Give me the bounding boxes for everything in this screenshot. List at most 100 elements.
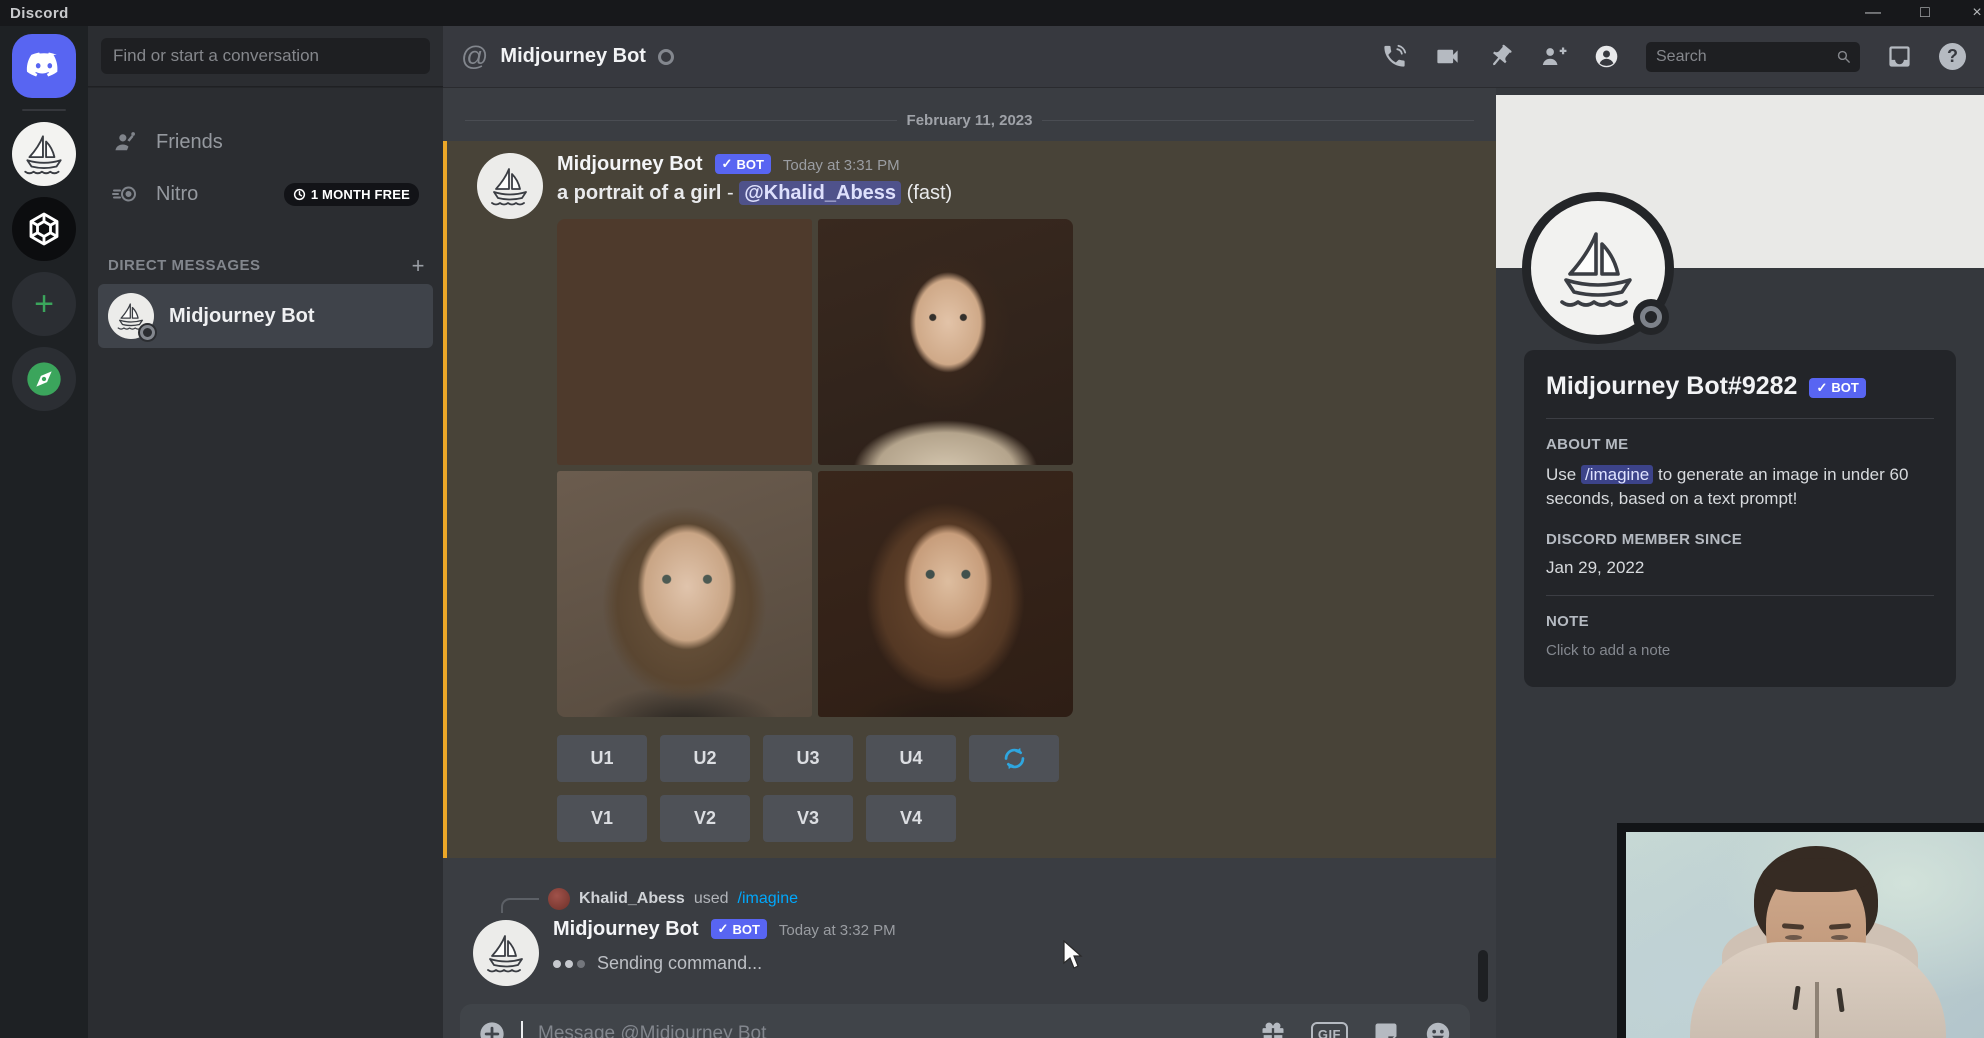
variation-button-row: V1 V2 V3 V4 xyxy=(557,795,1496,842)
about-me-label: ABOUT ME xyxy=(1546,436,1934,453)
add-server-button[interactable]: + xyxy=(12,272,76,336)
friends-label: Friends xyxy=(156,131,223,154)
check-icon: ✓ xyxy=(718,921,729,937)
server-midjourney[interactable] xyxy=(12,122,76,186)
message-author[interactable]: Midjourney Bot xyxy=(553,918,699,941)
app-title: Discord xyxy=(10,5,69,22)
voice-call-icon[interactable] xyxy=(1381,43,1408,70)
profile-card: Midjourney Bot#9282 ✓ BOT ABOUT ME Use /… xyxy=(1524,350,1956,687)
plus-icon: + xyxy=(34,285,54,324)
upscale-2-button[interactable]: U2 xyxy=(660,735,750,782)
add-friends-to-dm-icon[interactable] xyxy=(1540,43,1567,70)
openai-logo-icon xyxy=(24,209,64,249)
maximize-button[interactable]: □ xyxy=(1914,4,1936,22)
search-input[interactable]: Search xyxy=(1646,42,1860,72)
check-icon: ✓ xyxy=(1816,380,1827,396)
generated-image-grid[interactable] xyxy=(557,219,1073,717)
sending-status-label: Sending command... xyxy=(597,953,762,974)
offline-status-badge xyxy=(1633,299,1669,335)
note-input[interactable]: Click to add a note xyxy=(1546,640,1934,665)
gift-icon[interactable] xyxy=(1259,1020,1287,1038)
help-icon[interactable]: ? xyxy=(1939,43,1966,70)
sidebar-item-friends[interactable]: Friends xyxy=(100,119,431,165)
attach-plus-icon[interactable] xyxy=(478,1020,506,1038)
pinned-messages-icon[interactable] xyxy=(1487,43,1514,70)
generated-image-1[interactable] xyxy=(557,219,812,465)
at-icon: @ xyxy=(461,41,488,72)
date-divider-label: February 11, 2023 xyxy=(907,112,1033,129)
rail-divider xyxy=(22,109,66,111)
server-openai[interactable] xyxy=(12,197,76,261)
member-since-value: Jan 29, 2022 xyxy=(1546,558,1934,578)
variation-1-button[interactable]: V1 xyxy=(557,795,647,842)
titlebar: Discord — □ × xyxy=(0,0,1984,26)
chat-title: Midjourney Bot xyxy=(500,45,646,68)
avatar[interactable] xyxy=(477,153,543,219)
variation-2-button[interactable]: V2 xyxy=(660,795,750,842)
sailboat-icon xyxy=(1550,220,1646,316)
window-controls: — □ × xyxy=(1862,4,1984,22)
conversation-search-input[interactable]: Find or start a conversation xyxy=(101,38,430,74)
bot-badge: ✓ BOT xyxy=(715,154,771,174)
user-mention[interactable]: @Khalid_Abess xyxy=(739,181,901,205)
message-author[interactable]: Midjourney Bot xyxy=(557,153,703,176)
emoji-icon[interactable] xyxy=(1424,1020,1452,1038)
home-dm-button[interactable] xyxy=(12,34,76,98)
sidebar-item-nitro[interactable]: Nitro 1 MONTH FREE xyxy=(100,171,431,217)
nitro-offer-badge: 1 MONTH FREE xyxy=(284,183,419,206)
input-toolbar: GIF xyxy=(1259,1020,1452,1038)
minimize-button[interactable]: — xyxy=(1862,4,1884,22)
nitro-badge-label: 1 MONTH FREE xyxy=(311,187,410,202)
create-dm-icon[interactable]: + xyxy=(412,259,425,273)
message-input[interactable]: Message @Midjourney Bot xyxy=(538,1023,766,1038)
header-toolbar: Search ? xyxy=(1381,42,1966,72)
command-action: used xyxy=(694,890,729,908)
timestamp: Today at 3:31 PM xyxy=(783,157,900,174)
chat-scrollbar-thumb[interactable] xyxy=(1478,950,1488,1002)
sticker-icon[interactable] xyxy=(1372,1020,1400,1038)
upscale-3-button[interactable]: U3 xyxy=(763,735,853,782)
close-button[interactable]: × xyxy=(1966,4,1984,22)
command-link[interactable]: /imagine xyxy=(738,890,798,908)
variation-3-button[interactable]: V3 xyxy=(763,795,853,842)
profile-avatar[interactable] xyxy=(1522,192,1674,344)
dm-section-header[interactable]: DIRECT MESSAGES + xyxy=(108,257,425,274)
user-profile-toggle-icon[interactable] xyxy=(1593,43,1620,70)
message-area: February 11, 2023 Midjourney Bot ✓ BOT T… xyxy=(443,88,1496,1038)
gif-picker-icon[interactable]: GIF xyxy=(1311,1022,1348,1038)
video-call-icon[interactable] xyxy=(1434,43,1461,70)
variation-4-button[interactable]: V4 xyxy=(866,795,956,842)
generated-image-4[interactable] xyxy=(818,471,1073,717)
reroll-button[interactable] xyxy=(969,735,1059,782)
divider xyxy=(1546,418,1934,419)
dm-header-label: DIRECT MESSAGES xyxy=(108,257,261,274)
imagine-command-chip[interactable]: /imagine xyxy=(1581,465,1653,484)
avatar[interactable] xyxy=(548,888,570,910)
command-user[interactable]: Khalid_Abess xyxy=(579,890,685,908)
note-label: NOTE xyxy=(1546,613,1934,630)
upscale-1-button[interactable]: U1 xyxy=(557,735,647,782)
sending-status-row: Sending command... xyxy=(553,953,1496,974)
message-sending: Midjourney Bot ✓ BOT Today at 3:32 PM Se… xyxy=(443,918,1496,984)
sailboat-icon xyxy=(19,129,69,179)
reroll-icon xyxy=(1001,745,1028,772)
generated-image-3[interactable] xyxy=(557,471,812,717)
dm-item-midjourney-bot[interactable]: Midjourney Bot xyxy=(98,284,433,348)
webcam-overlay xyxy=(1617,823,1984,1038)
generated-image-2[interactable] xyxy=(818,219,1073,465)
dm-item-label: Midjourney Bot xyxy=(169,305,315,328)
typing-dots-icon xyxy=(553,960,585,968)
inbox-icon[interactable] xyxy=(1886,43,1913,70)
chat-header: @ Midjourney Bot Search ? xyxy=(443,26,1984,88)
upscale-4-button[interactable]: U4 xyxy=(866,735,956,782)
profile-username: Midjourney Bot#9282 ✓ BOT xyxy=(1546,372,1934,401)
sidebar-search-row: Find or start a conversation xyxy=(88,26,443,87)
sailboat-icon xyxy=(482,929,530,977)
divider xyxy=(1546,595,1934,596)
compass-icon xyxy=(24,359,64,399)
explore-servers-button[interactable] xyxy=(12,347,76,411)
webcam-video xyxy=(1626,832,1984,1038)
avatar[interactable] xyxy=(473,920,539,986)
bot-badge: ✓ BOT xyxy=(1809,378,1865,398)
date-divider: February 11, 2023 xyxy=(465,112,1474,129)
